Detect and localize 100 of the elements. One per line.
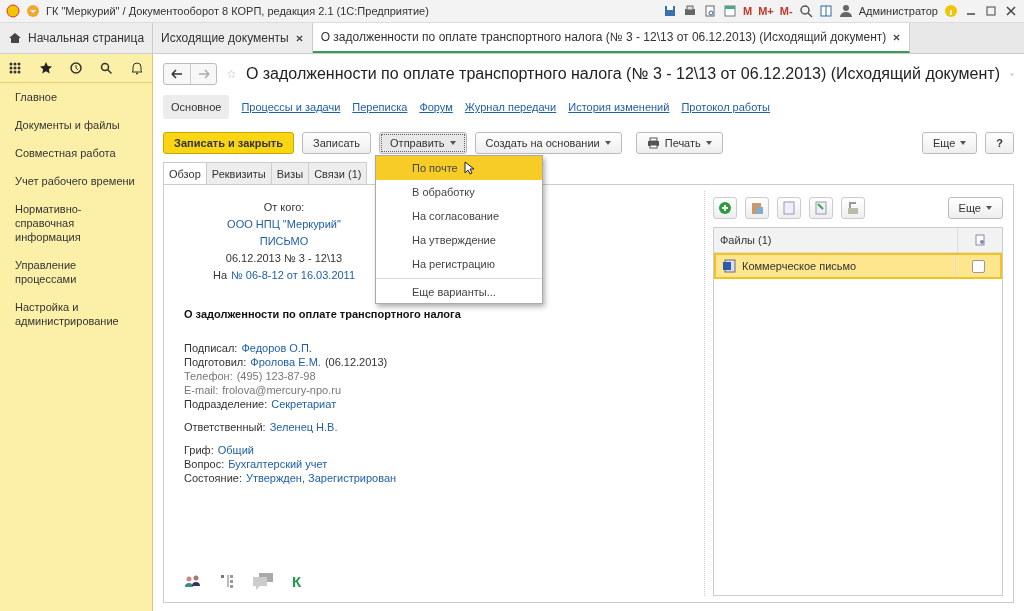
sidebar-item[interactable]: Учет рабочего времени	[0, 167, 152, 195]
sidebar-item[interactable]: Документы и файлы	[0, 111, 152, 139]
memory-button[interactable]: M-	[779, 5, 793, 17]
field-label: Подготовил:	[184, 356, 247, 369]
help-button[interactable]: ?	[985, 132, 1014, 154]
sidebar-item[interactable]: Настройка и администрирование	[0, 293, 152, 335]
memory-button[interactable]: M+	[758, 5, 774, 17]
field-link[interactable]: Зеленец Н.В.	[269, 421, 338, 434]
caret-icon	[705, 141, 712, 145]
cursor-icon	[463, 161, 474, 175]
printer-icon	[646, 137, 660, 149]
menu-item[interactable]: По почте	[376, 156, 542, 180]
section-link[interactable]: Процессы и задачи	[241, 101, 341, 113]
more-button[interactable]: Еще	[947, 197, 1003, 219]
zoom-icon[interactable]	[798, 4, 813, 18]
checkbox[interactable]	[971, 259, 985, 273]
app-logo-icon	[6, 4, 20, 18]
menu-item[interactable]: На регистрацию	[376, 252, 542, 276]
print-icon[interactable]	[683, 4, 698, 18]
document-subject: О задолженности по оплате транспортного налога	[184, 308, 462, 320]
print-button[interactable]: Печать	[635, 132, 723, 154]
arrow-right-icon	[197, 69, 210, 79]
scanner-button[interactable]	[841, 197, 865, 219]
clipboard-icon	[750, 201, 764, 215]
field-value: (495) 123-87-98	[236, 370, 316, 383]
sidebar-item[interactable]: Главное	[0, 83, 152, 111]
section-link[interactable]: Протокол работы	[681, 101, 770, 113]
field-link[interactable]: Утвержден, Зарегистрирован	[245, 472, 397, 485]
save-icon[interactable]	[663, 4, 678, 18]
close-icon[interactable]	[1004, 4, 1018, 18]
page-icon	[783, 201, 795, 215]
section-link[interactable]: Форум	[419, 101, 453, 113]
tab[interactable]: Начальная страница	[0, 23, 154, 53]
search-icon[interactable]	[99, 61, 114, 75]
star-icon[interactable]	[38, 61, 53, 75]
document-type-link[interactable]: ПИСЬМО	[259, 235, 309, 247]
tab[interactable]: О задолженности по оплате транспортного налога (№ 3 - 12\13 от 06.12.2013) (Исходящий документ)	[312, 23, 911, 53]
field-link[interactable]: Секретариат	[271, 398, 337, 411]
more-button[interactable]: Еще	[921, 132, 978, 154]
section-link[interactable]: Переписка	[352, 101, 408, 113]
apps-grid-icon[interactable]	[8, 61, 23, 75]
save-close-button[interactable]: Записать и закрыть	[163, 132, 295, 154]
caret-icon	[986, 206, 992, 210]
caret-icon	[604, 141, 611, 145]
home-icon	[8, 31, 22, 45]
tab[interactable]: Обзор	[163, 162, 206, 185]
structure-icon[interactable]	[220, 574, 234, 588]
column-header: Файлы (1)	[719, 233, 773, 248]
field-label: Вопрос:	[184, 458, 225, 471]
organization-link[interactable]: ООО НПЦ "Меркурий"	[227, 218, 341, 230]
sidebar-item[interactable]: Совместная работа	[0, 139, 152, 167]
menu-item[interactable]: Еще варианты...	[376, 281, 542, 303]
caret-icon	[960, 141, 967, 145]
section-link[interactable]: Журнал передачи	[464, 101, 557, 113]
chat-icon[interactable]	[252, 572, 274, 590]
field-link[interactable]: Фролова Е.М.	[250, 356, 321, 369]
edit-document-button[interactable]	[809, 197, 833, 219]
document-title: О задолженности по оплате транспортного налога (№ 3 - 12\13 от 06.12.2013) (Исходящий документ)	[245, 65, 1000, 83]
user-icon	[838, 4, 853, 18]
field-label: Состояние:	[184, 472, 242, 485]
field-link[interactable]: Федоров О.П.	[241, 342, 312, 355]
tab[interactable]: Исходящие документы	[153, 23, 313, 53]
menu-item[interactable]: В обработку	[376, 180, 542, 204]
field-label: Телефон:	[184, 370, 233, 383]
close-icon[interactable]	[892, 32, 902, 42]
document-number: 06.12.2013 № 3 - 12\13	[225, 252, 343, 264]
field-label: Подразделение:	[184, 398, 268, 411]
sidebar-item[interactable]: Управление процессами	[0, 251, 152, 293]
field-link[interactable]: Общий	[217, 444, 254, 457]
field-label: Подписал:	[184, 342, 238, 355]
field-link[interactable]: Бухгалтерский учет	[228, 458, 328, 471]
close-icon[interactable]	[294, 33, 304, 43]
calendar-icon[interactable]	[723, 4, 738, 18]
memory-button[interactable]: M	[743, 5, 753, 17]
menu-item[interactable]: На согласование	[376, 204, 542, 228]
edit-page-icon	[815, 201, 827, 215]
user-name[interactable]: Администратор	[858, 5, 938, 17]
people-icon[interactable]	[184, 574, 202, 588]
history-icon[interactable]	[68, 61, 83, 75]
dropdown-button[interactable]: Отправить	[379, 132, 467, 154]
reply-link[interactable]: № 06-8-12 от 16.03.2011	[231, 269, 356, 282]
preview-icon[interactable]	[703, 4, 718, 18]
arrow-left-icon	[171, 69, 183, 79]
sidebar-item[interactable]: Нормативно-справочная информация	[0, 195, 152, 251]
paste-button[interactable]	[745, 197, 769, 219]
maximize-icon[interactable]	[984, 4, 998, 18]
k-button[interactable]: К	[292, 572, 302, 590]
section-link[interactable]: Основное	[163, 95, 230, 119]
save-button[interactable]: Записать	[302, 132, 372, 154]
word-file-icon	[722, 259, 736, 273]
bell-icon[interactable]	[129, 61, 144, 75]
section-link[interactable]: История изменений	[568, 101, 670, 113]
menu-icon[interactable]	[26, 4, 40, 18]
file-row[interactable]: Коммерческое письмо	[714, 253, 1002, 279]
add-button[interactable]	[713, 197, 737, 219]
menu-item[interactable]: На утверждение	[376, 228, 542, 252]
panel-icon[interactable]	[818, 4, 833, 18]
dropdown-button[interactable]: Создать на основании	[474, 132, 622, 154]
tab[interactable]: Связи (1)	[308, 162, 368, 185]
caret-icon	[449, 141, 456, 145]
